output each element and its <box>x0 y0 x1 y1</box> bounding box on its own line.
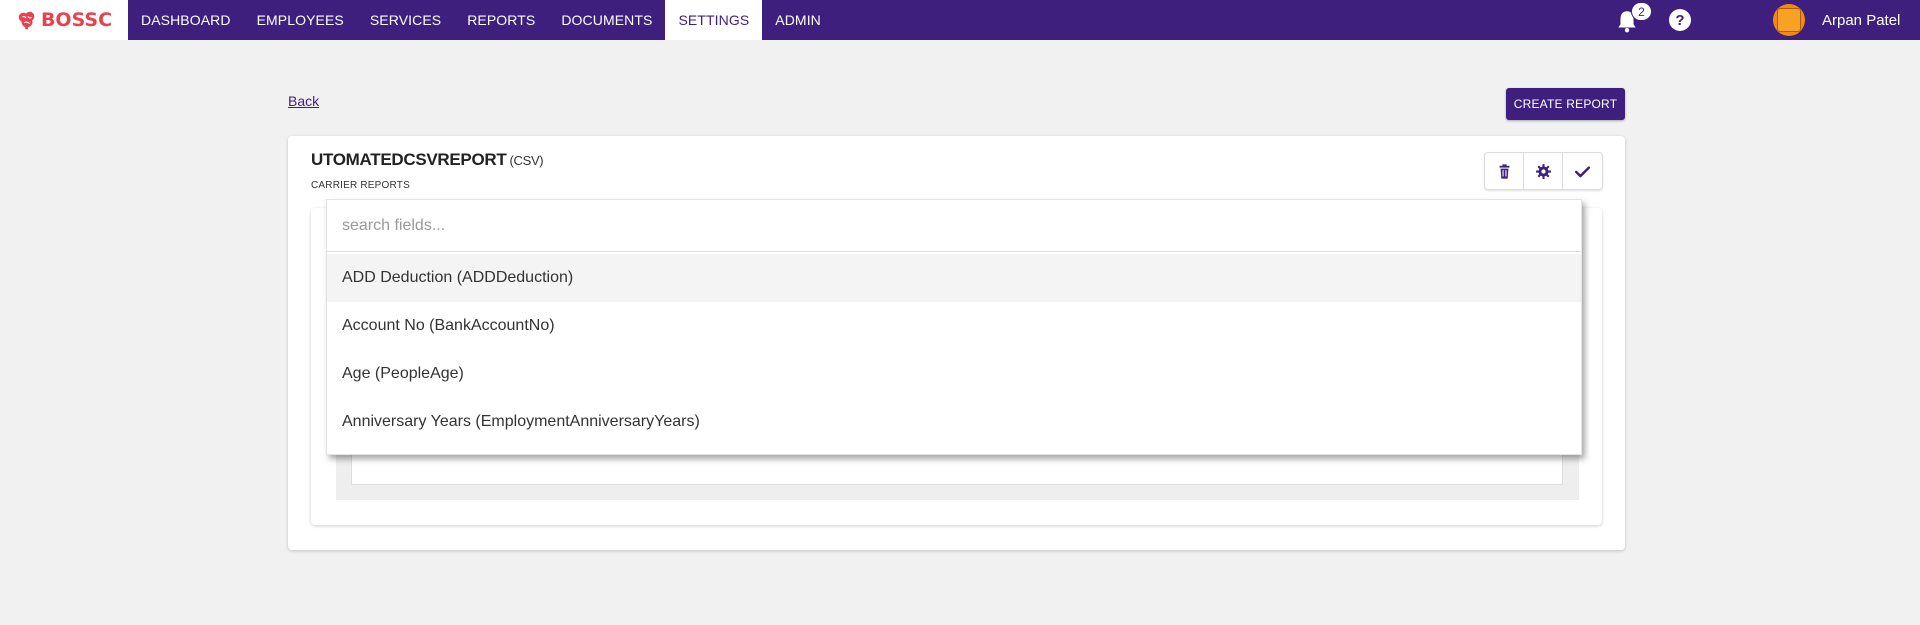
avatar-image <box>1777 8 1801 32</box>
create-report-button[interactable]: CREATE REPORT <box>1506 88 1625 120</box>
report-title: UTOMATEDCSVREPORT (CSV) <box>311 150 544 170</box>
field-option-add-deduction[interactable]: ADD Deduction (ADDDeduction) <box>327 254 1581 302</box>
top-navbar: BOSSC DASHBOARD EMPLOYEES SERVICES REPOR… <box>0 0 1920 40</box>
trash-icon <box>1499 163 1509 179</box>
user-name[interactable]: Arpan Patel <box>1822 0 1900 40</box>
field-option-age[interactable]: Age (PeopleAge) <box>327 350 1581 398</box>
gear-icon <box>1535 163 1551 179</box>
back-link[interactable]: Back <box>288 93 319 109</box>
nav-reports[interactable]: REPORTS <box>454 0 548 40</box>
field-picker-dropdown: ADD Deduction (ADDDeduction) Account No … <box>326 199 1582 455</box>
nav-employees[interactable]: EMPLOYEES <box>244 0 357 40</box>
nav-documents[interactable]: DOCUMENTS <box>548 0 665 40</box>
nav-dashboard[interactable]: DASHBOARD <box>128 0 244 40</box>
brand-logo[interactable]: BOSSC <box>0 0 128 40</box>
report-type: (CSV) <box>509 153 544 168</box>
report-action-group <box>1484 152 1603 190</box>
nav-services[interactable]: SERVICES <box>357 0 454 40</box>
help-icon[interactable]: ? <box>1669 9 1691 31</box>
field-option-anniversary-years[interactable]: Anniversary Years (EmploymentAnniversary… <box>327 398 1581 446</box>
nav-settings[interactable]: SETTINGS <box>665 0 763 40</box>
delete-report-button[interactable] <box>1485 153 1524 189</box>
report-settings-button[interactable] <box>1524 153 1563 189</box>
field-option-account-no[interactable]: Account No (BankAccountNo) <box>327 302 1581 350</box>
logo-text: BOSSC <box>40 9 113 31</box>
avatar[interactable] <box>1773 4 1805 36</box>
main-nav: DASHBOARD EMPLOYEES SERVICES REPORTS DOC… <box>128 0 834 40</box>
search-fields-input[interactable] <box>327 200 1581 252</box>
report-name: UTOMATEDCSVREPORT <box>311 150 507 169</box>
check-icon <box>1574 165 1591 177</box>
notification-badge: 2 <box>1631 2 1652 21</box>
nav-admin[interactable]: ADMIN <box>762 0 834 40</box>
save-report-button[interactable] <box>1563 153 1602 189</box>
report-category: CARRIER REPORTS <box>311 180 410 191</box>
brain-logo-icon <box>18 11 35 30</box>
